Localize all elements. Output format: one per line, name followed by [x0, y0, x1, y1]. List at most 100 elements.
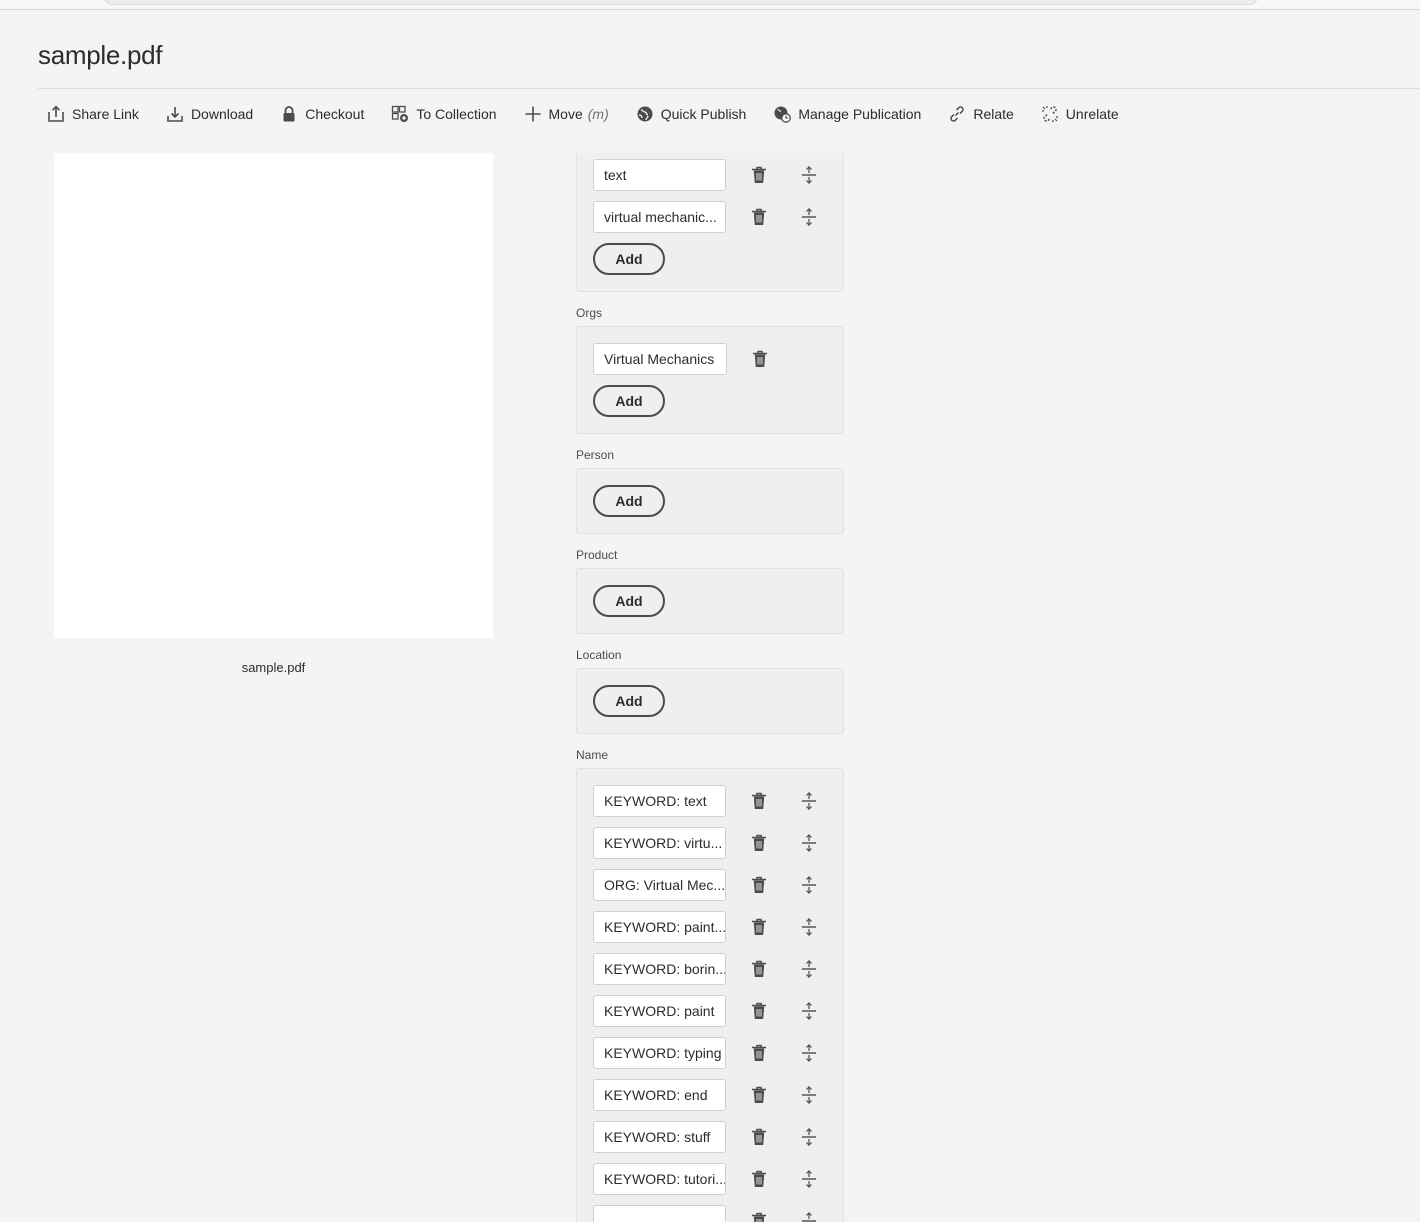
delete-button[interactable] — [741, 869, 777, 901]
reorder-handle[interactable] — [791, 827, 827, 859]
name-input[interactable]: KEYWORD: paint — [593, 995, 727, 1027]
add-keyword-button[interactable]: Add — [593, 243, 665, 275]
drag-handle-icon — [802, 1128, 817, 1146]
trash-icon — [752, 1002, 767, 1019]
name-row: KEYWORD: end — [593, 1079, 827, 1111]
name-input[interactable]: KEYWORD: stuff — [593, 1121, 727, 1153]
download-icon — [167, 107, 183, 122]
delete-button[interactable] — [741, 995, 777, 1027]
quick-publish-label: Quick Publish — [660, 106, 747, 122]
person-label: Person — [576, 448, 615, 462]
move-icon — [525, 106, 541, 122]
keyword-input[interactable]: virtual mechanic... — [593, 201, 727, 233]
add-org-button[interactable]: Add — [593, 385, 665, 417]
delete-button[interactable] — [741, 911, 777, 943]
move-shortcut: (m) — [587, 106, 609, 122]
checkout-button[interactable]: Checkout — [271, 98, 373, 130]
reorder-handle[interactable] — [791, 911, 827, 943]
name-row: KEYWORD: tutori... — [593, 1163, 827, 1195]
name-row: KEYWORD: typing — [593, 1037, 827, 1069]
reorder-handle[interactable] — [791, 869, 827, 901]
name-row: KEYWORD: text — [593, 785, 827, 817]
reorder-handle[interactable] — [791, 1121, 827, 1153]
name-input[interactable]: KEYWORD: tutori... — [593, 1163, 727, 1195]
download-button[interactable]: Download — [157, 98, 262, 130]
orgs-label: Orgs — [576, 306, 603, 320]
person-panel: Add — [576, 468, 844, 534]
address-bar[interactable] — [104, 0, 1258, 5]
move-button[interactable]: Move (m) — [515, 98, 618, 130]
drag-handle-icon — [802, 208, 817, 226]
delete-button[interactable] — [741, 201, 777, 233]
reorder-handle[interactable] — [791, 1205, 827, 1222]
unrelate-label: Unrelate — [1065, 106, 1119, 122]
product-label: Product — [576, 548, 618, 562]
drag-handle-icon — [802, 166, 817, 184]
delete-button[interactable] — [741, 1163, 777, 1195]
to-collection-label: To Collection — [416, 106, 497, 122]
delete-button[interactable] — [741, 159, 777, 191]
delete-button[interactable] — [741, 1037, 777, 1069]
quick-publish-button[interactable]: Quick Publish — [627, 98, 756, 130]
drag-handle-icon — [802, 1002, 817, 1020]
reorder-handle[interactable] — [791, 201, 827, 233]
name-input[interactable]: KEYWORD: text — [593, 785, 727, 817]
name-row: ORG: Virtual Mec... — [593, 869, 827, 901]
name-input[interactable]: KEYWORD: paint... — [593, 911, 727, 943]
share-link-label: Share Link — [72, 106, 139, 122]
keyword-input[interactable]: text — [593, 159, 727, 191]
trash-icon — [753, 350, 767, 367]
location-panel: Add — [576, 668, 844, 734]
name-row: KEYWORD: paint — [593, 995, 827, 1027]
reorder-handle[interactable] — [791, 995, 827, 1027]
collection-add-icon — [392, 105, 409, 122]
orgs-panel: Virtual Mechanics Add — [576, 326, 844, 434]
globe-icon — [637, 106, 653, 122]
location-label: Location — [576, 648, 622, 662]
add-product-button[interactable]: Add — [593, 585, 665, 617]
delete-button[interactable] — [741, 953, 777, 985]
relate-button[interactable]: Relate — [939, 98, 1022, 130]
delete-button[interactable] — [742, 343, 778, 375]
trash-icon — [752, 1212, 767, 1222]
drag-handle-icon — [802, 792, 817, 810]
reorder-handle[interactable] — [791, 1163, 827, 1195]
metadata-form: text virtual mechanic... Add Orgs Virtua… — [576, 153, 844, 1222]
manage-publication-button[interactable]: Manage Publication — [764, 98, 930, 130]
browser-top-strip — [0, 0, 1420, 10]
reorder-handle[interactable] — [791, 1079, 827, 1111]
org-input[interactable]: Virtual Mechanics — [593, 343, 727, 375]
name-input[interactable]: KEYWORD: end — [593, 1079, 727, 1111]
name-input[interactable]: ORG: Virtual Mec... — [593, 869, 727, 901]
add-person-button[interactable]: Add — [593, 485, 665, 517]
name-input[interactable] — [593, 1205, 727, 1222]
trash-icon — [752, 166, 767, 183]
reorder-handle[interactable] — [791, 1037, 827, 1069]
unrelate-button[interactable]: Unrelate — [1032, 98, 1128, 130]
trash-icon — [752, 1170, 767, 1187]
delete-button[interactable] — [741, 1121, 777, 1153]
delete-button[interactable] — [741, 1079, 777, 1111]
name-input[interactable]: KEYWORD: borin... — [593, 953, 727, 985]
name-row: KEYWORD: paint... — [593, 911, 827, 943]
name-row: KEYWORD: stuff — [593, 1121, 827, 1153]
delete-button[interactable] — [741, 827, 777, 859]
name-input[interactable]: KEYWORD: typing — [593, 1037, 727, 1069]
name-input[interactable]: KEYWORD: virtu... — [593, 827, 727, 859]
drag-handle-icon — [802, 876, 817, 894]
action-toolbar: Share Link Download Checkout To Collecti… — [38, 98, 1137, 130]
reorder-handle[interactable] — [791, 785, 827, 817]
product-panel: Add — [576, 568, 844, 634]
delete-button[interactable] — [741, 785, 777, 817]
page-title: sample.pdf — [38, 40, 163, 70]
to-collection-button[interactable]: To Collection — [382, 98, 505, 130]
name-row: KEYWORD: virtu... — [593, 827, 827, 859]
reorder-handle[interactable] — [791, 159, 827, 191]
reorder-handle[interactable] — [791, 953, 827, 985]
delete-button[interactable] — [741, 1205, 777, 1222]
trash-icon — [752, 1128, 767, 1145]
title-divider — [38, 88, 1420, 89]
drag-handle-icon — [802, 834, 817, 852]
add-location-button[interactable]: Add — [593, 685, 665, 717]
share-link-button[interactable]: Share Link — [38, 98, 148, 130]
